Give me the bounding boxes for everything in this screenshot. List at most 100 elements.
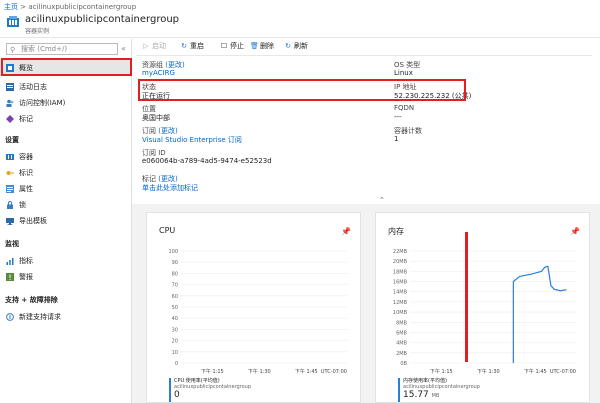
y-tick-label: 10MB: [393, 310, 408, 316]
memory-chart-legend: 内存使用率(平均值) acilinuxpublicipcontainergrou…: [398, 378, 548, 402]
y-tick-label: 14MB: [393, 290, 408, 296]
refresh-icon: ↻: [285, 42, 291, 50]
y-tick-label: 22MB: [393, 249, 408, 255]
collapse-essentials-button[interactable]: ⌃: [379, 196, 385, 204]
lock-icon: [7, 201, 13, 209]
start-label: 启动: [152, 42, 166, 50]
y-tick-label: 40: [172, 316, 178, 322]
y-tick-label: 80: [172, 271, 178, 277]
sidebar-item-export-template[interactable]: 导出模板: [0, 213, 132, 229]
y-tick-label: 60: [172, 294, 178, 300]
y-tick-label: 20: [172, 339, 178, 345]
collapse-sidebar-button[interactable]: «: [121, 44, 126, 53]
memory-chart-card[interactable]: 内存 📌 0B 2MB 4MB 6MB 8MB 10MB 12MB 14MB 16MB 18MB 2…: [375, 212, 590, 403]
x-tick-label: 下午 1:30: [248, 368, 271, 375]
y-tick-label: 100: [168, 249, 178, 255]
container-instance-icon: [7, 16, 19, 27]
memory-chart-plot: 0B 2MB 4MB 6MB 8MB 10MB 12MB 14MB 16MB 18MB 20MB 22…: [393, 249, 576, 375]
sidebar-item-locks[interactable]: 锁: [0, 197, 132, 213]
restart-label: 重启: [190, 42, 204, 50]
container-count-value: 1: [394, 135, 399, 143]
sidebar-item-label: 容器: [19, 153, 33, 161]
start-button[interactable]: ▷ 启动: [142, 41, 166, 51]
y-tick-label: 20MB: [393, 259, 408, 265]
stop-icon: ☐: [220, 42, 228, 50]
highlight-box-overview: [1, 58, 132, 76]
stop-button[interactable]: ☐ 停止: [220, 41, 244, 51]
sidebar-item-metrics[interactable]: 指标: [0, 253, 132, 269]
sidebar-item-identity[interactable]: 标识: [0, 165, 132, 181]
sidebar-item-properties[interactable]: 属性: [0, 181, 132, 197]
series-line: [512, 265, 567, 363]
restart-icon: ↻: [181, 42, 187, 50]
pin-icon[interactable]: 📌: [341, 227, 351, 236]
sidebar-item-label: 导出模板: [19, 217, 47, 225]
x-tick-label: 下午 1:30: [477, 368, 500, 375]
os-type-value: Linux: [394, 69, 413, 77]
y-tick-label: 12MB: [393, 300, 408, 306]
metrics-icon: [6, 258, 14, 265]
x-tick-label: 下午 1:45: [295, 368, 318, 375]
search-placeholder: 搜索 (Cmd+/): [21, 45, 68, 53]
highlight-box-status-ip: [138, 79, 466, 101]
delete-icon: 🗑: [250, 42, 259, 50]
sidebar-item-label: 警报: [19, 273, 33, 281]
pin-icon[interactable]: 📌: [570, 227, 580, 236]
restart-button[interactable]: ↻ 重启: [180, 41, 204, 51]
memory-highlight-line: [465, 232, 468, 362]
y-tick-label: 0B: [400, 361, 407, 367]
y-tick-label: 0: [175, 361, 178, 367]
breadcrumb: 主页 > acilinuxpublicipcontainergroup: [4, 2, 136, 12]
y-tick-label: 50: [172, 305, 178, 311]
sidebar-item-alerts[interactable]: 警报: [0, 269, 132, 285]
activity-log-icon: [6, 83, 14, 91]
x-tick-label: 下午 1:15: [201, 368, 224, 375]
fqdn-value: ---: [394, 113, 402, 121]
command-toolbar: ▷ 启动 ↻ 重启 ☐ 停止 🗑删除 ↻ 刷新: [132, 39, 600, 53]
change-resource-group-link[interactable]: (更改): [165, 61, 184, 69]
y-tick-label: 16MB: [393, 280, 408, 286]
iam-people-icon: [6, 99, 14, 107]
y-tick-label: 18MB: [393, 269, 408, 275]
sidebar-item-label: 指标: [19, 257, 33, 265]
cpu-chart-card[interactable]: CPU 📌 0 10 20 30 40 50 60 70 80 90 100 下午 1:15 下午 1:…: [146, 212, 361, 403]
fqdn-label: FQDN: [394, 104, 415, 112]
x-tick-label: UTC-07:00: [550, 369, 576, 375]
support-section-header: 支持 + 故障排除: [5, 296, 58, 304]
sidebar-item-iam[interactable]: 访问控制(IAM): [0, 95, 132, 111]
cpu-legend-value: 0: [174, 390, 180, 400]
sidebar-item-label: 属性: [19, 185, 33, 193]
breadcrumb-current: acilinuxpublicipcontainergroup: [28, 3, 137, 11]
sidebar: ⚲ 搜索 (Cmd+/) « 概览 活动日志 访问控制(IAM) 标记 设置 容…: [0, 39, 132, 403]
sidebar-item-label: 访问控制(IAM): [19, 99, 66, 107]
sidebar-item-new-support-request[interactable]: 新建支持请求: [0, 309, 132, 325]
x-tick-label: 下午 1:15: [430, 368, 453, 375]
tag-icon: [6, 115, 14, 123]
y-tick-label: 10: [172, 350, 178, 356]
sidebar-item-label: 标识: [19, 169, 33, 177]
play-icon: ▷: [143, 42, 149, 50]
sidebar-item-tags[interactable]: 标记: [0, 111, 132, 127]
breadcrumb-separator: >: [20, 3, 27, 11]
y-tick-label: 6MB: [396, 330, 407, 336]
support-request-icon: [6, 313, 14, 321]
subscription-value[interactable]: Visual Studio Enterprise 订阅: [142, 135, 242, 145]
change-subscription-link[interactable]: (更改): [158, 127, 177, 135]
add-tags-link[interactable]: 单击此处添加标记: [142, 183, 198, 193]
sidebar-item-label: 标记: [19, 115, 33, 123]
memory-chart-title: 内存: [388, 227, 404, 236]
page-subtitle: 容器实例: [25, 28, 50, 35]
search-input[interactable]: ⚲ 搜索 (Cmd+/): [6, 43, 118, 55]
memory-legend-value: 15.77: [403, 390, 429, 400]
resource-group-value[interactable]: myACIRG: [142, 69, 175, 77]
y-tick-label: 8MB: [396, 320, 407, 326]
refresh-button[interactable]: ↻ 刷新: [284, 41, 308, 51]
monitoring-section-header: 监视: [5, 240, 19, 248]
sidebar-item-label: 新建支持请求: [19, 313, 61, 321]
identity-key-icon: [6, 171, 14, 175]
sidebar-item-activity-log[interactable]: 活动日志: [0, 79, 132, 95]
breadcrumb-home-link[interactable]: 主页: [4, 3, 18, 11]
sidebar-item-containers[interactable]: 容器: [0, 149, 132, 165]
delete-button[interactable]: 🗑删除: [250, 41, 274, 51]
change-tags-link[interactable]: (更改): [158, 175, 177, 183]
